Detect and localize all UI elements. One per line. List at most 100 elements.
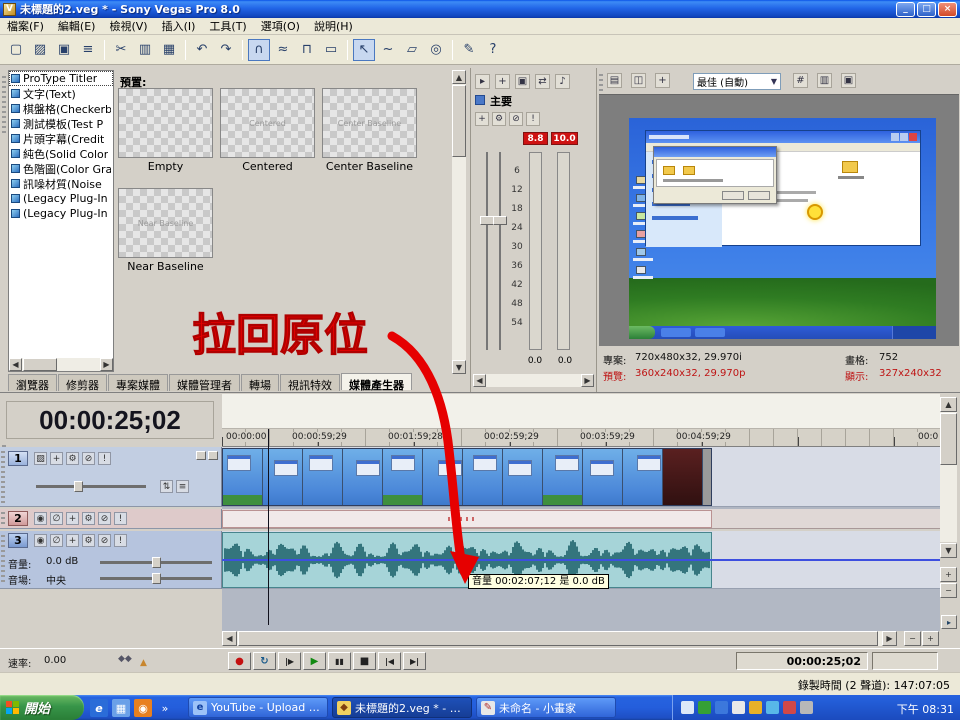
insert-audio-bus-icon[interactable]: ▸ bbox=[475, 74, 490, 89]
track-automation-icon[interactable]: ⚙ bbox=[82, 512, 95, 525]
project-video-properties-icon[interactable]: ▤ bbox=[607, 73, 622, 88]
rate-slider-handle[interactable]: ▲ bbox=[140, 658, 147, 668]
lock-envelopes-icon[interactable]: ⊓ bbox=[296, 39, 318, 61]
track-number-badge[interactable]: 3 bbox=[8, 533, 28, 548]
generator-item[interactable]: 色階圖(Color Gra bbox=[9, 161, 113, 176]
quicklaunch-chevron-icon[interactable]: » bbox=[156, 699, 174, 717]
timeline-scroll-down-button[interactable]: ▼ bbox=[940, 543, 957, 558]
ignore-event-grouping-icon[interactable]: ▭ bbox=[320, 39, 342, 61]
project-properties-icon[interactable]: ≡ bbox=[77, 39, 99, 61]
tab-project-media[interactable]: 專案媒體 bbox=[108, 374, 168, 391]
paste-icon[interactable]: ▦ bbox=[158, 39, 180, 61]
timeline-vscrollbar-thumb[interactable] bbox=[940, 413, 957, 465]
track-mute-icon[interactable]: ⊘ bbox=[98, 512, 111, 525]
generator-item[interactable]: 片頭字幕(Credit bbox=[9, 131, 113, 146]
track-number-badge[interactable]: 1 bbox=[8, 451, 28, 466]
safe-area-grid-icon[interactable]: # bbox=[793, 73, 808, 88]
marker-bar[interactable] bbox=[222, 394, 940, 429]
track-minimize-button[interactable] bbox=[196, 451, 206, 460]
transport-loop-playback-button[interactable]: ↻ bbox=[253, 652, 276, 670]
media-player-icon[interactable]: ◉ bbox=[134, 699, 152, 717]
timeline-zoom-in-button[interactable]: + bbox=[922, 631, 939, 646]
pan-knob[interactable] bbox=[152, 573, 161, 584]
taskbar-task-button[interactable]: ✎未命名 - 小畫家 bbox=[476, 697, 616, 718]
envelope-point[interactable] bbox=[456, 557, 462, 563]
track-fx-icon[interactable]: + bbox=[66, 534, 79, 547]
master-fx-icon[interactable]: + bbox=[475, 112, 489, 126]
tab-transitions[interactable]: 轉場 bbox=[241, 374, 279, 391]
tab-video-fx[interactable]: 視訊特效 bbox=[280, 374, 340, 391]
menu-edit[interactable]: 編輯(E) bbox=[51, 17, 103, 35]
preset-item[interactable]: Empty bbox=[115, 88, 216, 188]
video-overlay-icon[interactable]: + bbox=[655, 73, 670, 88]
track-solo-icon[interactable]: ! bbox=[114, 534, 127, 547]
track-solo-icon[interactable]: ! bbox=[98, 452, 111, 465]
arm-record-icon[interactable]: ◉ bbox=[34, 512, 47, 525]
track-solo-icon[interactable]: ! bbox=[114, 512, 127, 525]
track-grip[interactable] bbox=[1, 512, 5, 526]
network-tray-icon[interactable] bbox=[766, 701, 779, 714]
track-fx-icon[interactable]: + bbox=[50, 452, 63, 465]
track-grip[interactable] bbox=[1, 451, 5, 503]
list-scroll-left-button[interactable]: ◀ bbox=[9, 358, 22, 371]
messenger-tray-icon[interactable] bbox=[715, 701, 728, 714]
language-bar-icon[interactable] bbox=[681, 701, 694, 714]
panel-grip[interactable] bbox=[2, 76, 6, 134]
auto-ripple-icon[interactable]: ≈ bbox=[272, 39, 294, 61]
bus-properties-icon[interactable]: ▣ bbox=[515, 74, 530, 89]
security-tray-icon[interactable] bbox=[783, 701, 796, 714]
list-scroll-right-button[interactable]: ▶ bbox=[100, 358, 113, 371]
generator-item[interactable]: (Legacy Plug-In bbox=[9, 191, 113, 206]
enable-snapping-icon[interactable]: ∩ bbox=[248, 39, 270, 61]
track-bypass-fx-icon[interactable]: ▨ bbox=[34, 452, 47, 465]
track-fx-icon[interactable]: + bbox=[66, 512, 79, 525]
transport-go-to-end-button[interactable]: ▶| bbox=[403, 652, 426, 670]
timeline-scroll-right-button[interactable]: ▶ bbox=[882, 631, 897, 646]
timeline-ruler[interactable]: 00:00:0000:00:59;2900:01:59;2800:02:59;2… bbox=[222, 429, 940, 447]
tab-media-generators[interactable]: 媒體產生器 bbox=[341, 373, 412, 390]
track-header-1[interactable]: 1 ▨+⚙⊘! ⇅ ≡ bbox=[0, 447, 222, 507]
track-automation-icon[interactable]: ⚙ bbox=[66, 452, 79, 465]
dim-output-icon[interactable]: ♪ bbox=[555, 74, 570, 89]
track-height-zoom-out-button[interactable]: − bbox=[940, 583, 957, 598]
start-button[interactable]: 開始 bbox=[0, 695, 84, 720]
transport-pause-button[interactable]: ▮▮ bbox=[328, 652, 351, 670]
undo-icon[interactable]: ↶ bbox=[191, 39, 213, 61]
volume-tray-icon[interactable] bbox=[732, 701, 745, 714]
pen-tool-icon[interactable]: ✎ bbox=[458, 39, 480, 61]
transport-record-button[interactable]: ● bbox=[228, 652, 251, 670]
tab-trimmer[interactable]: 修剪器 bbox=[58, 374, 107, 391]
cut-icon[interactable]: ✂ bbox=[110, 39, 132, 61]
generator-item[interactable]: 文字(Text) bbox=[9, 86, 113, 101]
presets-scroll-up-button[interactable]: ▲ bbox=[452, 70, 466, 84]
save-icon[interactable]: ▣ bbox=[53, 39, 75, 61]
downmix-output-icon[interactable]: ⇄ bbox=[535, 74, 550, 89]
copy-snapshot-icon[interactable]: ▥ bbox=[817, 73, 832, 88]
timeline-scroll-left-button[interactable]: ◀ bbox=[222, 631, 237, 646]
master-mute-icon[interactable]: ⊘ bbox=[509, 112, 523, 126]
transport-go-to-start-button[interactable]: |◀ bbox=[378, 652, 401, 670]
master-settings-icon[interactable]: ⚙ bbox=[492, 112, 506, 126]
open-icon[interactable]: ▨ bbox=[29, 39, 51, 61]
timecode-display[interactable]: 00:00:25;02 bbox=[6, 401, 214, 439]
overlay-event-clip[interactable] bbox=[222, 510, 712, 528]
menu-tools[interactable]: 工具(T) bbox=[202, 17, 253, 35]
phase-invert-icon[interactable]: ∅ bbox=[50, 534, 63, 547]
taskbar-task-button[interactable]: ◆未標題的2.veg * - So... bbox=[332, 697, 472, 718]
menu-file[interactable]: 檔案(F) bbox=[0, 17, 51, 35]
copy-icon[interactable]: ▥ bbox=[134, 39, 156, 61]
removable-tray-icon[interactable] bbox=[800, 701, 813, 714]
playhead-cursor[interactable] bbox=[268, 429, 269, 625]
track-maximize-button[interactable] bbox=[208, 451, 218, 460]
presets-scrollbar-thumb[interactable] bbox=[452, 85, 466, 157]
timeline-hscrollbar-thumb[interactable] bbox=[238, 631, 878, 646]
mixer-scroll-left-button[interactable]: ◀ bbox=[473, 374, 486, 387]
generator-item[interactable]: (Legacy Plug-In bbox=[9, 206, 113, 221]
track-level-slider[interactable] bbox=[36, 485, 146, 488]
master-fader-right[interactable] bbox=[493, 216, 507, 225]
save-snapshot-icon[interactable]: ▣ bbox=[841, 73, 856, 88]
menu-options[interactable]: 選項(O) bbox=[254, 17, 307, 35]
track-automation-icon[interactable]: ⚙ bbox=[82, 534, 95, 547]
normal-edit-tool-icon[interactable]: ↖ bbox=[353, 39, 375, 61]
envelope-edit-tool-icon[interactable]: ~ bbox=[377, 39, 399, 61]
